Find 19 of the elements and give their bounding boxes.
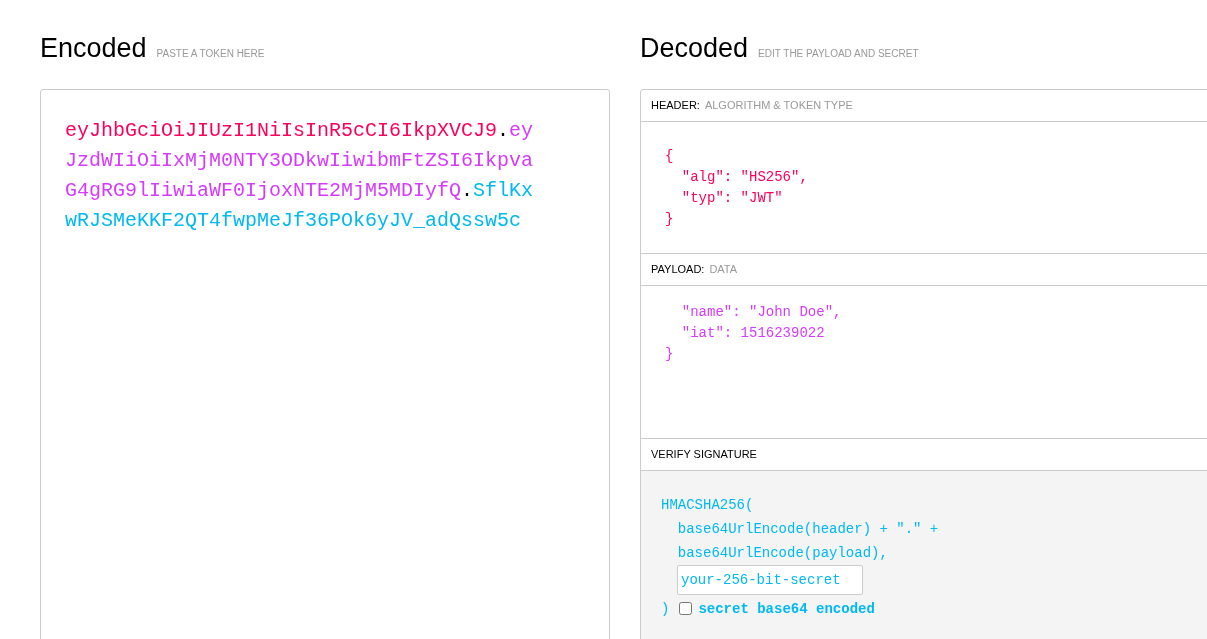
token-field[interactable]: eyJhbGciOiJIUzI1NiIsInR5cCI6IkpXVCJ9.eyJzdWIiOiIxMjM0NTY3ODkwIiwibmFtZSI6IkpvaG4gRG9lIiwiaWF0IjoxNTE2MjM5MDIyfQ.SflKxwRJSMeKKF2QT4fwpMeJf36POk6yJV_adQssw5c: [40, 88, 610, 639]
section-hint: ALGORITHM & TOKEN TYPE: [704, 97, 853, 113]
section-hint: DATA: [709, 261, 738, 277]
section-label: PAYLOAD:: [651, 261, 705, 277]
section-hint: PASTE A TOKEN HERE: [156, 47, 265, 61]
section-label: HEADER:: [651, 97, 700, 113]
code-line: base64UrlEncode(header) + "." +: [676, 519, 940, 539]
checkbox[interactable]: [679, 602, 693, 615]
secret-field[interactable]: your-256-bit-secret: [677, 564, 863, 595]
section-title: Encoded: [40, 32, 147, 65]
code-line: base64UrlEncode(payload),: [676, 543, 889, 563]
code-line: HMACSHA256(: [661, 495, 755, 515]
code-editor[interactable]: { "alg": "HS256", "typ": "JWT" }: [641, 121, 1207, 254]
code-line: ): [661, 599, 670, 619]
section-label: VERIFY SIGNATURE: [651, 446, 757, 462]
section-hint: EDIT THE PAYLOAD AND SECRET: [758, 47, 919, 61]
checkbox-label: secret base64 encoded: [698, 599, 875, 619]
section-title: Decoded: [640, 32, 749, 65]
code-editor[interactable]: "name": "John Doe", "iat": 1516239022 }: [641, 285, 1207, 439]
